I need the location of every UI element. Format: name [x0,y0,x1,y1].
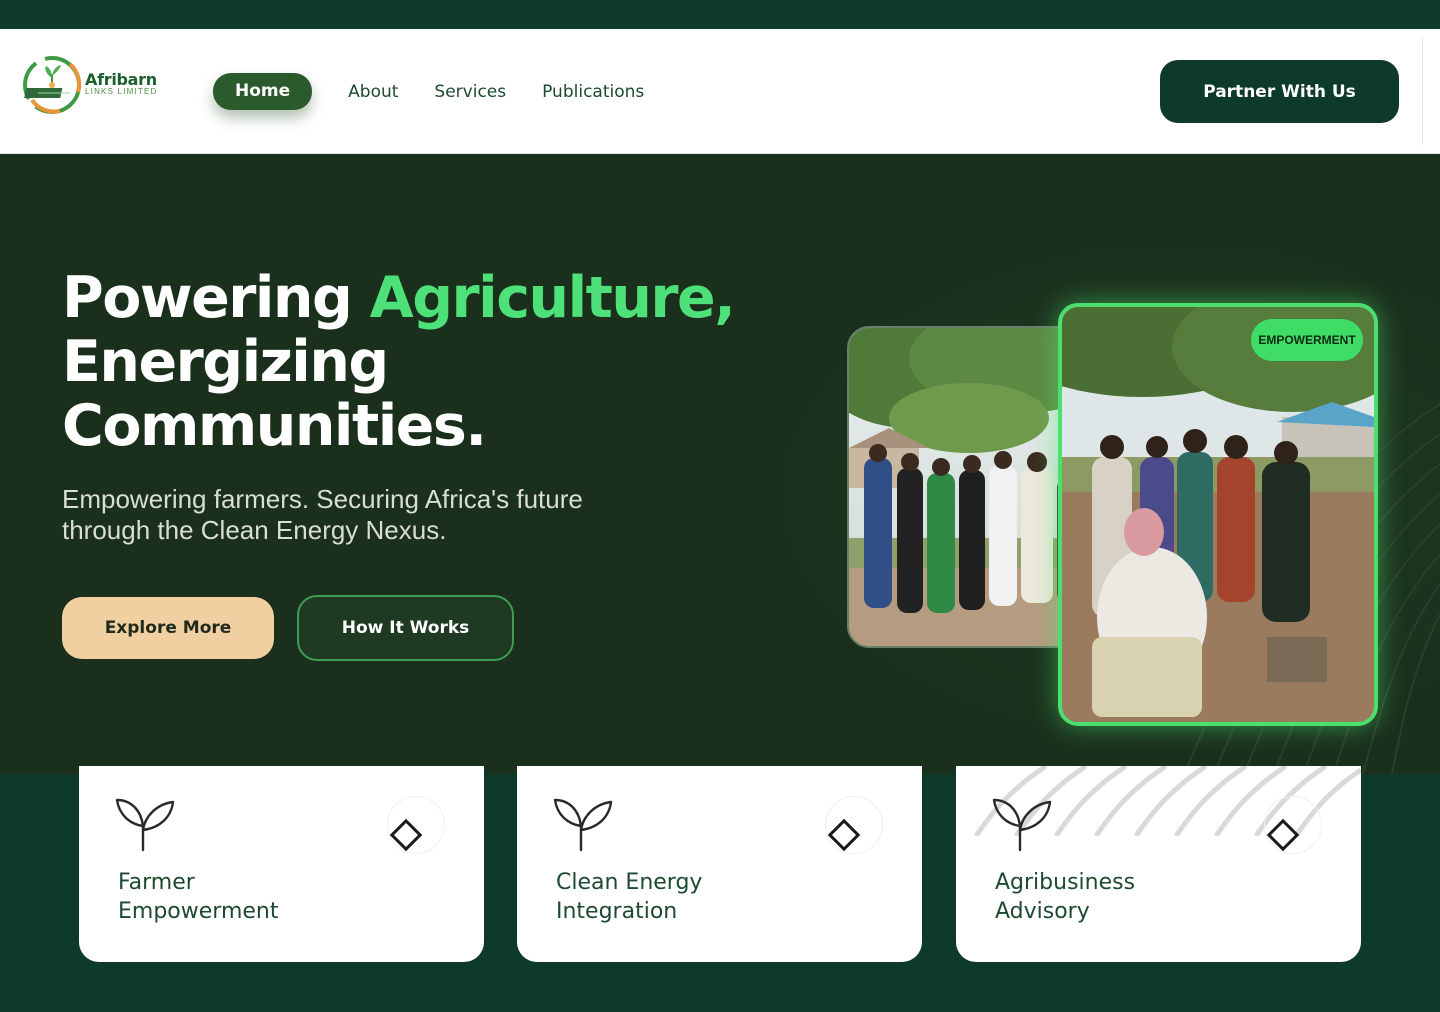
how-it-works-button[interactable]: How It Works [297,595,514,661]
sprout-icon [115,798,175,852]
service-card-agribusiness-advisory[interactable]: Agribusiness Advisory [956,766,1361,962]
card-title-line2: Integration [556,899,678,924]
hero-subtitle: Empowering farmers. Securing Africa's fu… [62,484,583,545]
service-card-farmer-empowerment[interactable]: Farmer Empowerment [79,766,484,962]
partner-with-us-button[interactable]: Partner With Us [1160,60,1399,123]
logo-mark-icon [23,56,82,114]
card-title-line2: Advisory [995,899,1090,924]
sprout-icon [992,798,1052,852]
nav-link-home[interactable]: Home [213,73,313,110]
header-divider [1422,37,1423,145]
hero-section: Powering Agriculture, Energizing Communi… [0,154,1440,774]
sprout-icon [553,798,613,852]
nav-link-services[interactable]: Services [434,82,506,102]
headline-line3: Communities. [62,393,487,459]
card-title-line1: Agribusiness [995,870,1136,895]
main-navigation: Home About Services Publications [213,73,680,110]
headline-part1: Powering [62,265,370,331]
diamond-icon [1266,818,1300,852]
hero-headline: Powering Agriculture, Energizing Communi… [62,265,736,459]
card-title: Agribusiness Advisory [995,868,1255,926]
site-header: Afribarn LINKS LIMITED Home About Servic… [0,29,1440,154]
empowerment-badge: EMPOWERMENT [1251,319,1363,361]
headline-accent: Agriculture, [369,265,736,331]
diamond-icon [389,818,423,852]
diamond-icon [827,818,861,852]
community-photo-front [1058,303,1378,726]
brand-logo[interactable]: Afribarn LINKS LIMITED [20,52,165,118]
card-title-line1: Clean Energy [556,870,703,895]
nav-link-publications[interactable]: Publications [542,82,644,102]
explore-more-button[interactable]: Explore More [62,597,274,659]
services-strip: Farmer Empowerment Clean Energy Integrat… [0,766,1440,1012]
service-card-clean-energy-integration[interactable]: Clean Energy Integration [517,766,922,962]
card-title: Clean Energy Integration [556,868,816,926]
card-title: Farmer Empowerment [118,868,378,926]
card-title-line2: Empowerment [118,899,279,924]
brand-tagline: LINKS LIMITED [85,87,158,96]
top-banner-strip [18,0,1423,29]
card-title-line1: Farmer [118,870,195,895]
headline-line2: Energizing [62,329,389,395]
nav-link-about[interactable]: About [348,82,398,102]
logo-text: Afribarn LINKS LIMITED [85,70,158,96]
